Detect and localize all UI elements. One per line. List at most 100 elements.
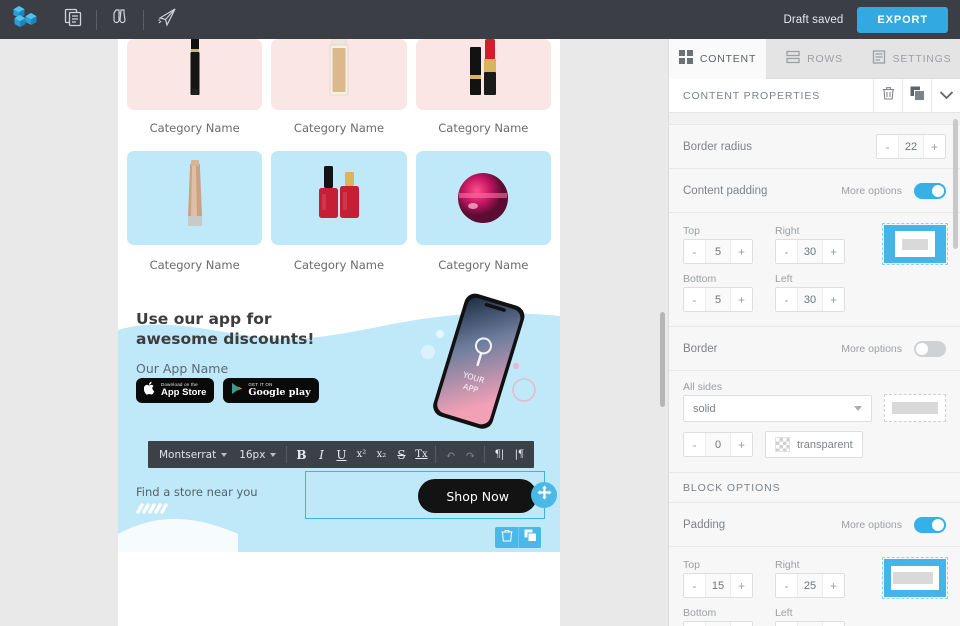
block-padding-left-value[interactable]: 0 [797, 622, 823, 626]
clear-formatting-button[interactable]: Tx [411, 444, 431, 466]
increment[interactable]: + [823, 622, 844, 626]
border-radius-increment[interactable]: + [924, 135, 945, 158]
content-padding-bottom-stepper[interactable]: - 5 + [683, 287, 753, 312]
increment[interactable]: + [731, 574, 752, 597]
decrement[interactable]: - [776, 240, 797, 263]
content-padding-bottom-value[interactable]: 5 [705, 288, 731, 311]
email-canvas[interactable]: Category Name Category Name [0, 39, 668, 626]
content-padding-more-options[interactable]: More options [841, 185, 902, 197]
decrement[interactable]: - [684, 622, 705, 626]
block-padding-bottom-value[interactable]: 15 [705, 622, 731, 626]
content-padding-top-value[interactable]: 5 [705, 240, 731, 263]
block-padding-right-value[interactable]: 25 [797, 574, 823, 597]
underline-button[interactable]: U [331, 444, 351, 466]
strikethrough-button[interactable]: S [391, 444, 411, 466]
tab-content[interactable]: CONTENT [669, 39, 766, 79]
duplicate-block-button[interactable] [518, 527, 541, 548]
category-cell[interactable]: Category Name [271, 39, 406, 151]
bold-button[interactable]: B [291, 444, 311, 466]
decrement[interactable]: - [684, 574, 705, 597]
export-button[interactable]: EXPORT [857, 7, 948, 33]
border-style-select[interactable]: solid [683, 395, 872, 422]
content-padding-right-stepper[interactable]: - 30 + [775, 239, 845, 264]
collapse-panel-button[interactable] [931, 79, 960, 113]
increment[interactable]: + [731, 240, 752, 263]
increment[interactable]: + [823, 288, 844, 311]
content-padding-left-caption: Left [775, 273, 845, 285]
border-width-stepper[interactable]: - 0 + [683, 432, 753, 457]
rtl-direction-button[interactable]: |¶ [509, 444, 529, 466]
content-padding-top-stepper[interactable]: - 5 + [683, 239, 753, 264]
panel-scrollbar[interactable] [953, 119, 958, 249]
tab-settings[interactable]: SETTINGS [863, 39, 960, 79]
border-radius-stepper[interactable]: - 22 + [876, 134, 946, 159]
category-cell[interactable]: Category Name [416, 39, 551, 151]
app-logo[interactable] [0, 5, 50, 34]
border-radius-value[interactable]: 22 [898, 135, 924, 158]
category-cell[interactable]: Category Name [416, 151, 551, 290]
panel-scroll-area[interactable]: Border radius - 22 + Content padding Mor… [669, 113, 960, 626]
increment[interactable]: + [731, 288, 752, 311]
selected-button-block[interactable]: Shop Now [305, 471, 545, 519]
tab-rows[interactable]: ROWS [766, 39, 863, 79]
increment[interactable]: + [731, 433, 752, 456]
preview-inner [891, 566, 939, 590]
content-padding-left-stepper[interactable]: - 30 + [775, 287, 845, 312]
decrement[interactable]: - [684, 240, 705, 263]
decrement[interactable]: - [776, 574, 797, 597]
superscript-button[interactable]: x² [351, 444, 371, 466]
chevron-down-icon [854, 406, 862, 411]
border-toggle[interactable] [914, 341, 946, 357]
subscript-button[interactable]: x₂ [371, 444, 391, 466]
italic-button[interactable]: I [311, 444, 331, 466]
canvas-scrollbar[interactable] [660, 312, 665, 407]
font-family-select[interactable]: Montserrat [153, 449, 233, 461]
duplicate-pages-button[interactable] [50, 0, 96, 39]
block-padding-top-value[interactable]: 15 [705, 574, 731, 597]
redo-button[interactable]: ↷ [460, 444, 480, 466]
border-width-value[interactable]: 0 [705, 433, 731, 456]
undo-button[interactable]: ↶ [440, 444, 460, 466]
preview-button[interactable] [97, 0, 143, 39]
preview-inner [895, 231, 935, 257]
ltr-direction-button[interactable]: ¶| [489, 444, 509, 466]
decrement[interactable]: - [684, 288, 705, 311]
transparent-checker-icon [775, 437, 790, 452]
border-more-options[interactable]: More options [841, 343, 902, 355]
border-color-transparent-button[interactable]: transparent [765, 431, 863, 458]
send-test-button[interactable] [144, 0, 190, 39]
block-padding-top-stepper[interactable]: - 15 + [683, 573, 753, 598]
drag-handle[interactable] [531, 482, 557, 508]
block-padding-left-stepper[interactable]: - 0 + [775, 621, 845, 626]
border-color-swatch[interactable] [884, 394, 946, 422]
copy-icon [910, 86, 925, 106]
delete-block-button[interactable] [495, 527, 518, 548]
border-radius-label: Border radius [683, 141, 752, 153]
block-padding-bottom-stepper[interactable]: - 15 + [683, 621, 753, 626]
category-cell[interactable]: Category Name [127, 151, 262, 290]
content-padding-toggle[interactable] [914, 183, 946, 199]
increment[interactable]: + [823, 574, 844, 597]
block-padding-toggle[interactable] [914, 517, 946, 533]
shop-now-button[interactable]: Shop Now [418, 479, 537, 513]
decrement[interactable]: - [776, 288, 797, 311]
content-padding-right-value[interactable]: 30 [797, 240, 823, 263]
duplicate-content-button[interactable] [902, 79, 931, 113]
block-padding-right-stepper[interactable]: - 25 + [775, 573, 845, 598]
trash-icon [882, 86, 895, 105]
font-size-select[interactable]: 16px [233, 449, 282, 461]
content-padding-left-value[interactable]: 30 [797, 288, 823, 311]
category-cell[interactable]: Category Name [127, 39, 262, 151]
decrement[interactable]: - [684, 433, 705, 456]
block-padding-more-options[interactable]: More options [841, 519, 902, 531]
border-radius-decrement[interactable]: - [877, 135, 898, 158]
chevron-down-icon [939, 87, 954, 105]
increment[interactable]: + [731, 622, 752, 626]
increment[interactable]: + [823, 240, 844, 263]
content-padding-fields: Top - 5 + Bottom - [669, 213, 960, 327]
category-cell[interactable]: Category Name [271, 151, 406, 290]
app-store-badge[interactable]: Download on the App Store [136, 378, 214, 403]
delete-content-button[interactable] [873, 79, 902, 113]
google-play-badge[interactable]: GET IT ON Google play [223, 378, 318, 403]
decrement[interactable]: - [776, 622, 797, 626]
